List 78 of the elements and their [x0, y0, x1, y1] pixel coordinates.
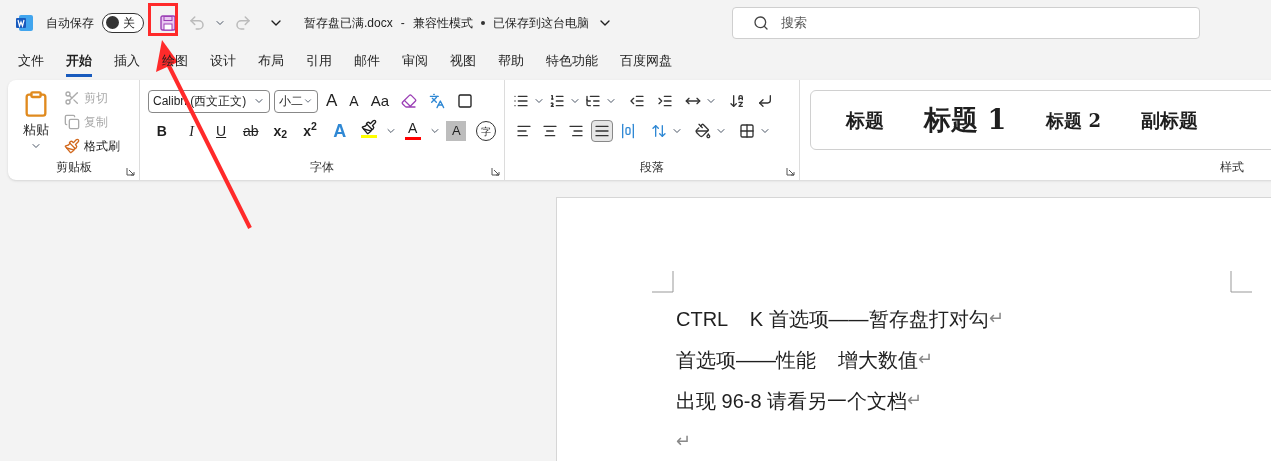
underline-button[interactable]: U: [207, 119, 235, 143]
word-logo-icon: [16, 13, 34, 32]
shrink-font-button[interactable]: A: [345, 89, 363, 113]
sup-button[interactable]: x$^{2}$: [296, 119, 324, 143]
align-left-icon: [516, 123, 532, 139]
ribbon-tab[interactable]: 开始: [66, 48, 92, 77]
save-icon[interactable]: [160, 14, 176, 31]
case-font-button[interactable]: Aa: [366, 89, 394, 113]
title-separator: -: [400, 14, 405, 32]
align-justify-icon: [594, 123, 610, 139]
style-item[interactable]: 标题: [846, 105, 884, 135]
ribbon-tab[interactable]: 百度网盘: [620, 48, 672, 77]
dialog-launcher-icon[interactable]: [786, 167, 795, 176]
paragraph-mark: ↵: [918, 348, 934, 371]
ribbon-tab[interactable]: 邮件: [354, 48, 380, 77]
text-effects-button[interactable]: A: [325, 119, 354, 143]
decrease-indent-icon[interactable]: [629, 93, 645, 109]
align-distributed-icon: [620, 123, 636, 139]
ribbon-tab[interactable]: 视图: [450, 48, 476, 77]
margin-corner-icon: [1230, 271, 1252, 293]
bullets-icon[interactable]: [513, 93, 529, 109]
format-painter-button[interactable]: 格式刷: [64, 136, 120, 156]
ribbon-tab[interactable]: 帮助: [498, 48, 524, 77]
ribbon-tab[interactable]: 引用: [306, 48, 332, 77]
group-label: 样式: [1220, 159, 1244, 176]
group-label: 段落: [640, 159, 664, 176]
multilevel-list-icon[interactable]: [585, 93, 601, 109]
save-status: 已保存到这台电脑: [492, 14, 589, 32]
autosave-label: 自动保存: [46, 14, 94, 32]
document-paragraph: 出现 96-8 请看另一个文档: [676, 388, 908, 414]
increase-indent-icon[interactable]: [657, 93, 673, 109]
paragraph-mark: ↵: [676, 430, 691, 453]
search-input[interactable]: 搜索: [781, 12, 1179, 33]
grow-font-button[interactable]: A: [322, 89, 342, 113]
character-shading-button[interactable]: A: [446, 121, 467, 141]
italic-button[interactable]: I: [177, 119, 206, 143]
ribbon-tab[interactable]: 文件: [18, 48, 44, 77]
sort-icon[interactable]: [729, 93, 745, 109]
paste-button[interactable]: 粘贴: [16, 88, 56, 156]
copy-icon: [64, 114, 80, 130]
brush-icon: [64, 138, 80, 154]
line-spacing-icon[interactable]: [651, 123, 667, 139]
style-item[interactable]: 副标题: [1141, 105, 1198, 135]
font-color-button[interactable]: A: [398, 119, 427, 143]
dialog-launcher-icon[interactable]: [491, 167, 500, 176]
paragraph-mark: ↵: [907, 389, 923, 412]
dialog-launcher-icon[interactable]: [126, 167, 135, 176]
document-paragraph: CTRL K 首选项——暂存盘打对勾: [676, 306, 989, 332]
ribbon-tab[interactable]: 绘图: [162, 48, 188, 77]
ribbon-tab[interactable]: 特色功能: [546, 48, 598, 77]
paragraph-mark: ↵: [988, 307, 1004, 330]
autosave-toggle[interactable]: 关: [102, 12, 144, 33]
ribbon-tab[interactable]: 布局: [258, 48, 284, 77]
ribbon-tab[interactable]: 插入: [114, 48, 140, 77]
highlight-frame: [148, 3, 178, 36]
ribbon-tab[interactable]: 审阅: [402, 48, 428, 77]
sub-button[interactable]: x$_{2}$: [266, 119, 295, 143]
bold-button[interactable]: B: [148, 119, 176, 143]
document-paragraph: 首选项——性能 增大数值: [676, 347, 919, 373]
group-label: 字体: [310, 159, 334, 176]
group-label: 剪贴板: [55, 159, 92, 176]
borders-icon[interactable]: [739, 123, 755, 139]
strike-button[interactable]: ab: [236, 119, 265, 143]
scissors-icon: [64, 90, 80, 106]
style-item[interactable]: 标题 2: [1046, 106, 1101, 134]
search-icon: [753, 14, 769, 31]
compat-mode: 兼容性模式: [412, 14, 473, 32]
align-center-icon: [542, 123, 558, 139]
margin-corner-icon: [652, 271, 674, 293]
document-title: 暂存盘已满.docx: [304, 14, 393, 32]
numbering-icon[interactable]: [549, 93, 565, 109]
ribbon-tab[interactable]: 设计: [210, 48, 236, 77]
font-size-field[interactable]: 小二: [274, 89, 318, 113]
search-field[interactable]: 搜索: [732, 6, 1200, 39]
align-justify-button[interactable]: [591, 120, 613, 142]
paragraph-mark-icon[interactable]: [757, 93, 773, 109]
style-item[interactable]: 标题 1: [924, 99, 1007, 141]
align-right-icon: [568, 123, 584, 139]
